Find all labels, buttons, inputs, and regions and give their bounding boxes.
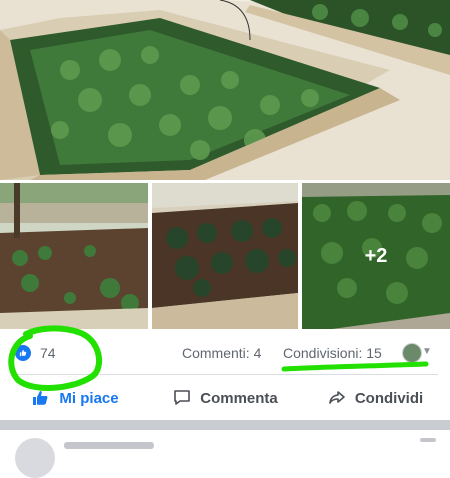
like-button[interactable]: Mi piace [0,380,150,416]
more-photos-overlay[interactable]: +2 [302,183,450,329]
post-actions: Mi piace Commenta Condividi [0,380,450,416]
comment-button[interactable]: Commenta [150,380,300,416]
audience-avatar[interactable] [402,343,422,363]
post-stats: 74 Commenti: 4 Condivisioni: 15 ▼ [0,338,450,368]
more-options-icon[interactable] [420,438,436,442]
next-post-author-placeholder [64,442,154,449]
speech-bubble-icon [174,390,191,405]
shares-count[interactable]: Condivisioni: 15 [283,345,382,361]
like-count[interactable]: 74 [40,345,56,361]
share-button[interactable]: Condividi [300,380,450,416]
thumbs-up-icon [33,391,48,405]
comment-button-label: Commenta [200,389,278,407]
next-post-preview [0,430,450,478]
post-photo-2[interactable] [0,183,148,329]
share-arrow-icon [329,391,345,404]
share-button-label: Condividi [354,389,424,407]
chevron-down-icon[interactable]: ▼ [422,346,432,357]
divider [12,374,438,375]
comments-count[interactable]: Commenti: 4 [182,345,261,361]
like-button-label: Mi piace [59,389,119,407]
avatar[interactable] [15,438,55,478]
feed-separator [0,420,450,430]
post-photo-main[interactable] [0,0,450,180]
post-photo-3[interactable] [152,183,298,329]
more-photos-count: +2 [364,244,388,267]
thumbs-up-icon [15,345,31,361]
